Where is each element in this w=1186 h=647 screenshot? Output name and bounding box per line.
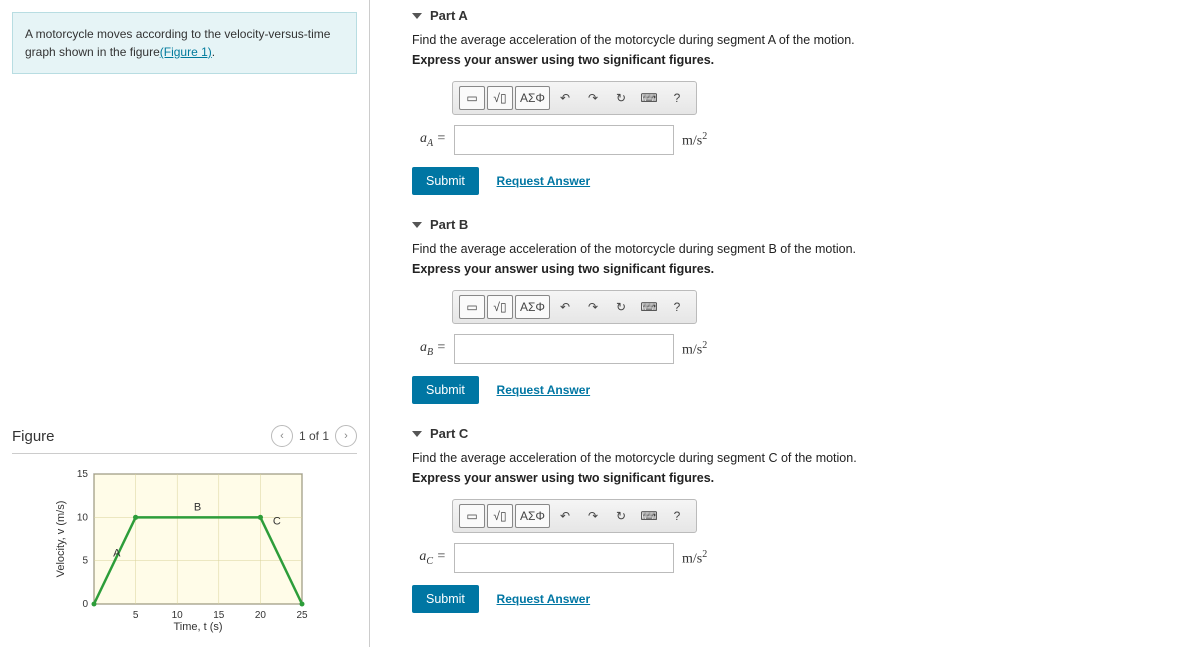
figure-next-button[interactable]: › (335, 425, 357, 447)
redo-button[interactable]: ↷ (580, 504, 606, 528)
chevron-down-icon (412, 13, 422, 19)
part-title: Part A (430, 8, 468, 23)
svg-text:20: 20 (255, 610, 267, 621)
figure-title: Figure (12, 428, 55, 445)
template-button[interactable]: ▭ (459, 504, 485, 528)
sqrt-button[interactable]: √▯ (487, 504, 513, 528)
request-answer-link[interactable]: Request Answer (497, 174, 591, 188)
figure-section: Figure ‹ 1 of 1 › ABC510152025051015Time… (12, 425, 357, 637)
request-answer-link[interactable]: Request Answer (497, 592, 591, 606)
part-prompt: Find the average acceleration of the mot… (412, 242, 1166, 256)
svg-text:10: 10 (77, 512, 89, 523)
greek-button[interactable]: ΑΣΦ (515, 504, 550, 528)
svg-text:C: C (273, 515, 281, 527)
undo-button[interactable]: ↶ (552, 86, 578, 110)
help-button[interactable]: ? (664, 504, 690, 528)
part-title: Part C (430, 426, 468, 441)
template-button[interactable]: ▭ (459, 295, 485, 319)
chevron-down-icon (412, 431, 422, 437)
undo-button[interactable]: ↶ (552, 295, 578, 319)
redo-button[interactable]: ↷ (580, 295, 606, 319)
help-button[interactable]: ? (664, 295, 690, 319)
svg-text:5: 5 (82, 556, 88, 567)
part-title: Part B (430, 217, 468, 232)
keyboard-button[interactable]: ⌨ (636, 86, 662, 110)
svg-text:A: A (113, 547, 121, 559)
svg-text:B: B (194, 501, 201, 513)
help-button[interactable]: ? (664, 86, 690, 110)
part-header[interactable]: Part A (390, 2, 1166, 33)
sqrt-button[interactable]: √▯ (487, 295, 513, 319)
figure-link[interactable]: (Figure 1) (160, 45, 212, 59)
undo-button[interactable]: ↶ (552, 504, 578, 528)
submit-button[interactable]: Submit (412, 167, 479, 195)
part-header[interactable]: Part B (390, 211, 1166, 242)
svg-text:5: 5 (133, 610, 139, 621)
problem-statement: A motorcycle moves according to the velo… (12, 12, 357, 74)
part-prompt: Find the average acceleration of the mot… (412, 451, 1166, 465)
part-instruction: Express your answer using two significan… (412, 262, 1166, 276)
part-instruction: Express your answer using two significan… (412, 53, 1166, 67)
variable-label: aC = (412, 549, 446, 567)
answer-input[interactable] (454, 543, 674, 573)
svg-text:0: 0 (82, 599, 88, 610)
greek-button[interactable]: ΑΣΦ (515, 295, 550, 319)
unit-label: m/s2 (682, 549, 707, 568)
submit-button[interactable]: Submit (412, 376, 479, 404)
reset-button[interactable]: ↻ (608, 504, 634, 528)
reset-button[interactable]: ↻ (608, 86, 634, 110)
chevron-down-icon (412, 222, 422, 228)
equation-toolbar: ▭ √▯ ΑΣΦ ↶ ↷ ↻ ⌨ ? (452, 499, 697, 533)
template-button[interactable]: ▭ (459, 86, 485, 110)
greek-button[interactable]: ΑΣΦ (515, 86, 550, 110)
request-answer-link[interactable]: Request Answer (497, 383, 591, 397)
figure-prev-button[interactable]: ‹ (271, 425, 293, 447)
variable-label: aB = (412, 340, 446, 358)
svg-text:15: 15 (77, 469, 89, 480)
svg-text:15: 15 (213, 610, 225, 621)
submit-button[interactable]: Submit (412, 585, 479, 613)
keyboard-button[interactable]: ⌨ (636, 295, 662, 319)
part-prompt: Find the average acceleration of the mot… (412, 33, 1166, 47)
unit-label: m/s2 (682, 340, 707, 359)
part-instruction: Express your answer using two significan… (412, 471, 1166, 485)
redo-button[interactable]: ↷ (580, 86, 606, 110)
answer-input[interactable] (454, 125, 674, 155)
variable-label: aA = (412, 131, 446, 149)
velocity-time-graph: ABC510152025051015Time, t (s)Velocity, v… (52, 464, 357, 637)
keyboard-button[interactable]: ⌨ (636, 504, 662, 528)
equation-toolbar: ▭ √▯ ΑΣΦ ↶ ↷ ↻ ⌨ ? (452, 290, 697, 324)
equation-toolbar: ▭ √▯ ΑΣΦ ↶ ↷ ↻ ⌨ ? (452, 81, 697, 115)
part-header[interactable]: Part C (390, 420, 1166, 451)
svg-text:Time, t (s): Time, t (s) (173, 621, 222, 633)
svg-text:10: 10 (172, 610, 184, 621)
svg-text:Velocity, v (m/s): Velocity, v (m/s) (55, 501, 67, 578)
figure-count: 1 of 1 (299, 429, 329, 443)
reset-button[interactable]: ↻ (608, 295, 634, 319)
unit-label: m/s2 (682, 131, 707, 150)
svg-text:25: 25 (296, 610, 308, 621)
answer-input[interactable] (454, 334, 674, 364)
sqrt-button[interactable]: √▯ (487, 86, 513, 110)
